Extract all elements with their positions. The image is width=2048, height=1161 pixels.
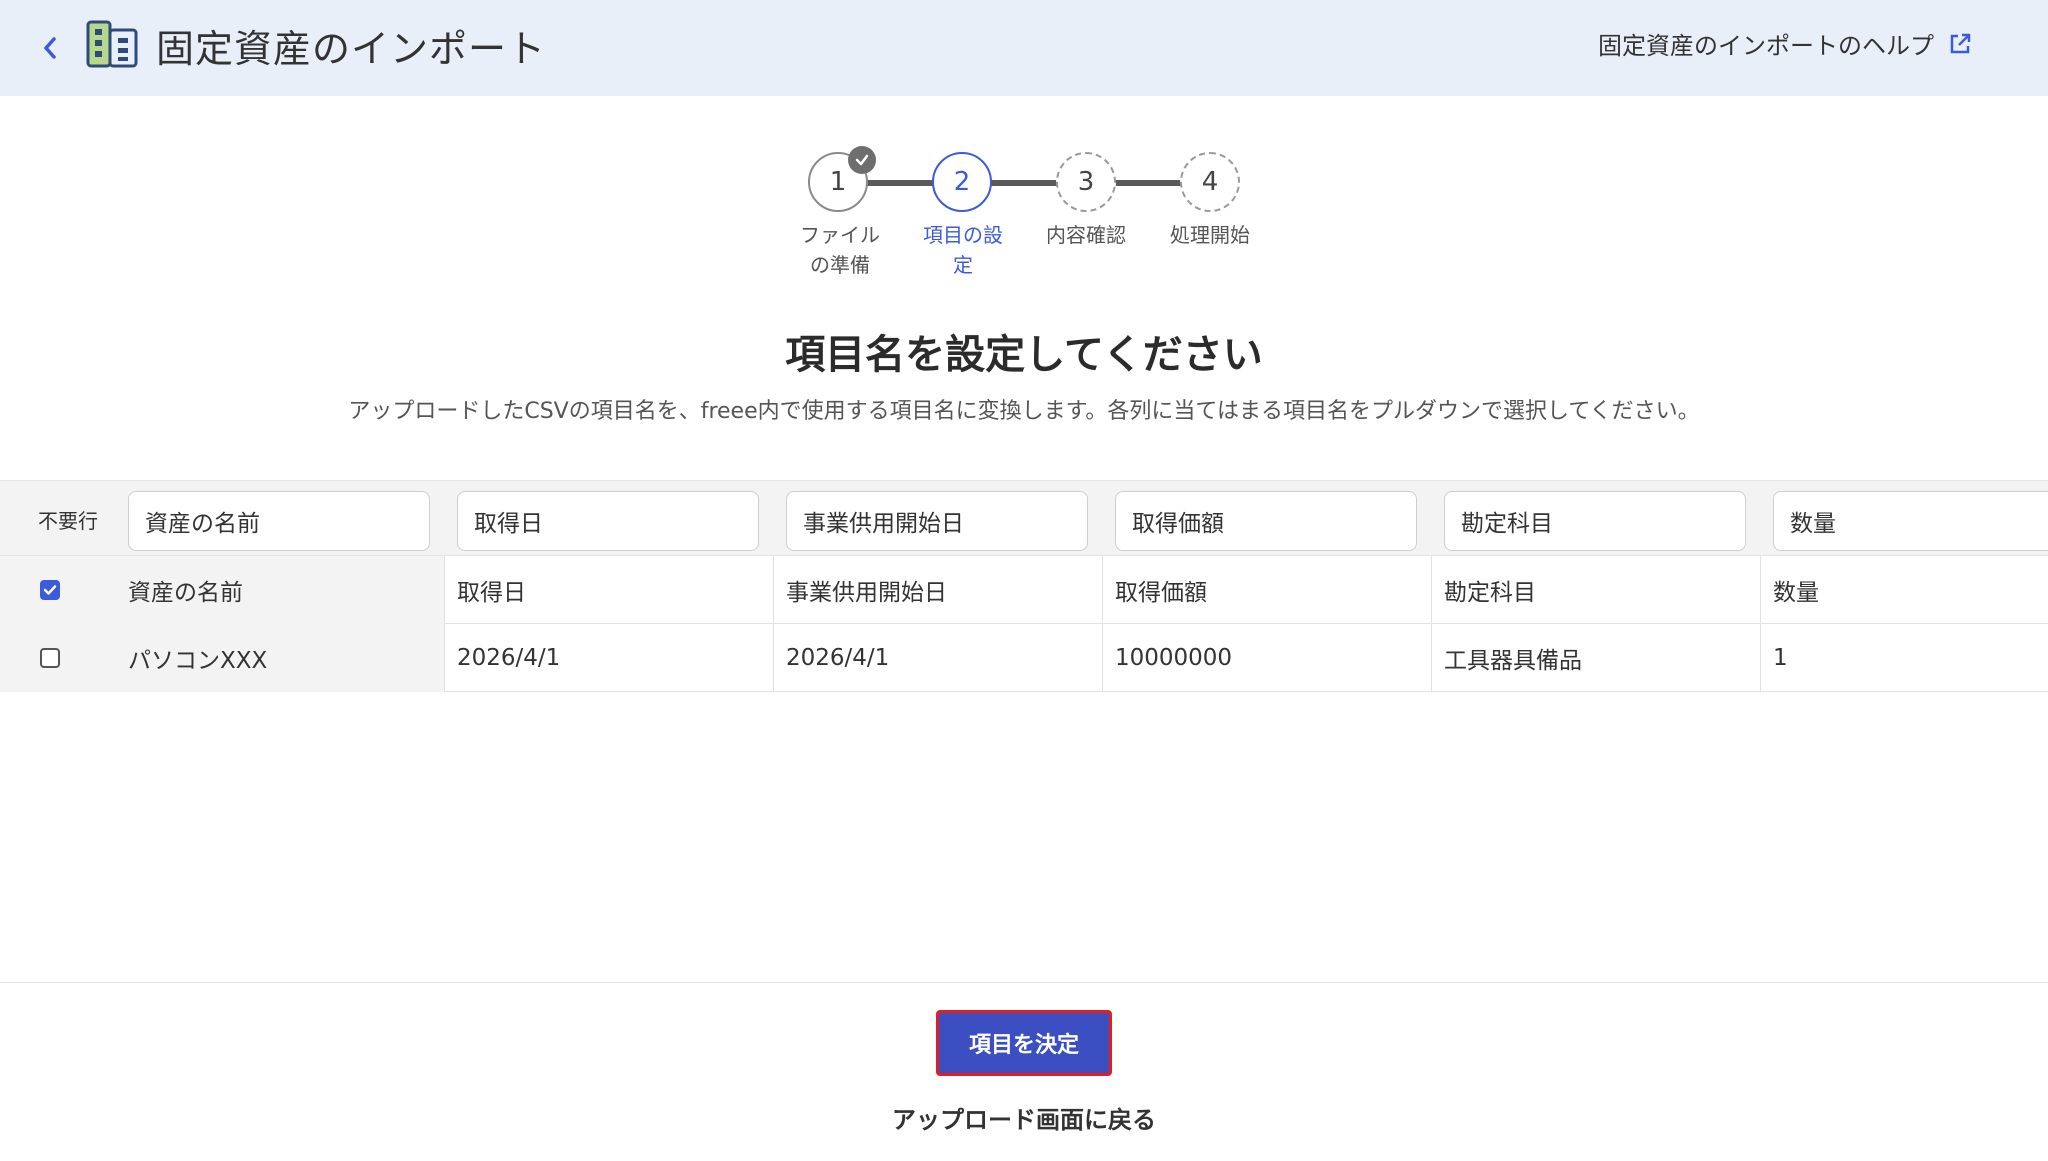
column-select-4[interactable]: 取得価額 <box>1115 491 1417 551</box>
table-cell: パソコンXXX <box>116 624 444 692</box>
main-heading: 項目名を設定してください <box>785 332 1263 378</box>
column-select-3[interactable]: 事業供用開始日 <box>786 491 1088 551</box>
step-label-line: の準備 <box>810 253 870 277</box>
unneeded-checkbox[interactable] <box>40 648 60 668</box>
step-4-circle: 4 <box>1180 152 1240 212</box>
chevron-left-icon[interactable] <box>32 28 68 68</box>
step-3-label: 内容確認 <box>1036 220 1136 250</box>
main-description: アップロードしたCSVの項目名を、freee内で使用する項目名に変換します。各列… <box>348 399 1700 424</box>
table-cell: 1 <box>1760 624 2048 692</box>
external-link-icon <box>1948 32 1972 56</box>
unneeded-row-label: 不要行 <box>38 509 98 533</box>
table-cell: 事業供用開始日 <box>773 556 1102 624</box>
step-label-line: ファイル <box>800 223 880 247</box>
column-select-1[interactable]: 資産の名前 <box>128 491 430 551</box>
table-cell: 取得価額 <box>1102 556 1431 624</box>
column-select-2[interactable]: 取得日 <box>457 491 759 551</box>
table-cell: 工具器具備品 <box>1431 624 1760 692</box>
table-cell: 勘定科目 <box>1431 556 1760 624</box>
table-cell: 数量 <box>1760 556 2048 624</box>
step-2-circle: 2 <box>932 152 992 212</box>
table-row: パソコンXXX 2026/4/1 2026/4/1 10000000 工具器具備… <box>0 624 2048 692</box>
help-link-label: 固定資産のインポートのヘルプ <box>1598 32 1934 60</box>
step-number: 3 <box>1077 167 1095 197</box>
step-connector <box>1114 180 1184 186</box>
help-link[interactable]: 固定資産のインポートのヘルプ <box>1598 26 1972 61</box>
header-bar: 固定資産のインポート 固定資産のインポートのヘルプ <box>0 0 2048 96</box>
page-title: 固定資産のインポート <box>156 27 547 71</box>
footer-divider <box>0 982 2048 983</box>
step-label-line: 処理開始 <box>1170 223 1250 247</box>
step-number: 1 <box>829 167 847 197</box>
step-number: 2 <box>953 167 971 197</box>
back-to-upload-link[interactable]: アップロード画面に戻る <box>0 1100 2048 1135</box>
step-label-line: 定 <box>953 253 973 277</box>
table-cell: 取得日 <box>444 556 773 624</box>
step-4-label: 処理開始 <box>1160 220 1260 250</box>
column-select-6[interactable]: 数量 <box>1773 491 2048 551</box>
step-connector <box>990 180 1060 186</box>
table-cell: 資産の名前 <box>116 556 444 624</box>
step-2-label: 項目の設 定 <box>913 220 1013 280</box>
table-cell: 10000000 <box>1102 624 1431 692</box>
table-cell: 2026/4/1 <box>773 624 1102 692</box>
fixed-asset-icon <box>86 20 138 68</box>
step-connector <box>866 180 936 186</box>
step-label-line: 項目の設 <box>923 223 1003 247</box>
step-label-line: 内容確認 <box>1046 223 1126 247</box>
unneeded-checkbox[interactable] <box>40 580 60 600</box>
column-select-row: 不要行 資産の名前 取得日 事業供用開始日 取得価額 勘定科目 数量 <box>0 480 2048 556</box>
step-number: 4 <box>1201 167 1219 197</box>
step-1-label: ファイル の準備 <box>790 220 890 280</box>
step-3-circle: 3 <box>1056 152 1116 212</box>
table-row: 資産の名前 取得日 事業供用開始日 取得価額 勘定科目 数量 <box>0 556 2048 624</box>
table-cell: 2026/4/1 <box>444 624 773 692</box>
column-select-5[interactable]: 勘定科目 <box>1444 491 1746 551</box>
check-icon <box>848 146 876 174</box>
confirm-columns-button[interactable]: 項目を決定 <box>936 1010 1112 1076</box>
